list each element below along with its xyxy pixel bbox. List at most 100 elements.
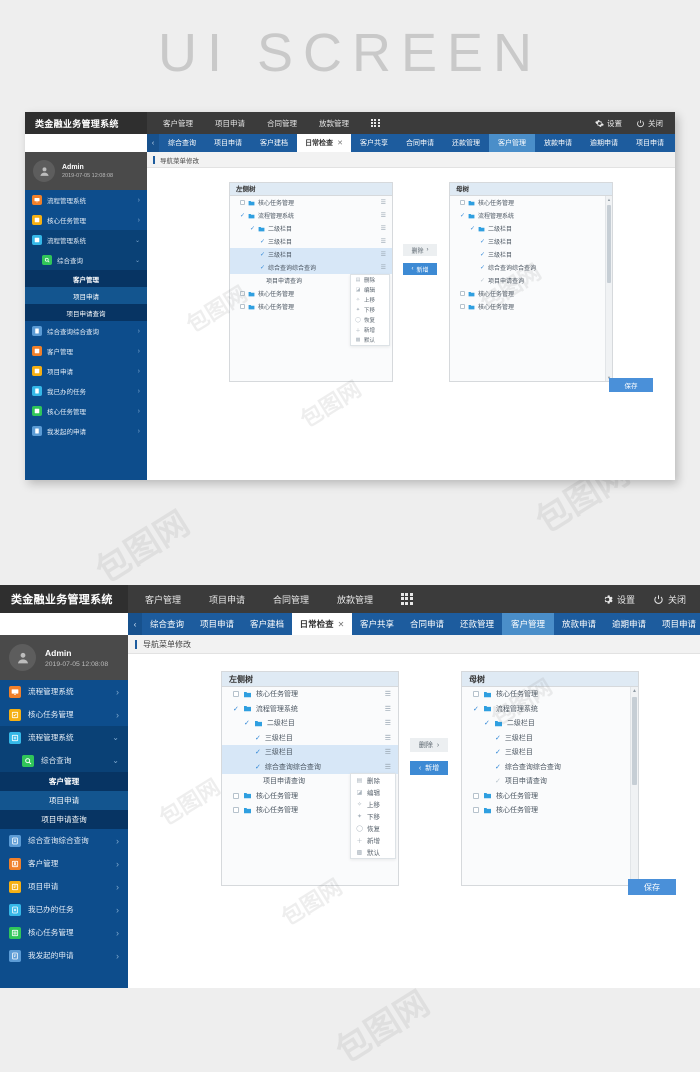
tab-fangkuanshenqing[interactable]: 放款申请 <box>554 613 604 635</box>
tree-row[interactable]: ✓ 三级栏目 ☰ <box>222 745 398 760</box>
tree-row[interactable]: ✓ 流程管理系统 <box>462 702 638 717</box>
tree-row[interactable]: ✓ 流程管理系统 <box>450 209 612 222</box>
tree-row[interactable]: ✓ 三级栏目 ☰ <box>222 731 398 746</box>
tree-row[interactable]: ✓ 二级栏目 ☰ <box>230 222 392 235</box>
sidebar-item-hexinrenwu[interactable]: 核心任务管理 › <box>0 703 128 726</box>
tab-huankuanguanli[interactable]: 还款管理 <box>443 134 489 152</box>
top-menu-item-hetongguanli[interactable]: 合同管理 <box>273 593 309 606</box>
context-menu-item-delete[interactable]: ▤ 删除 <box>351 774 395 786</box>
sidebar-item-zonghechaxun-open[interactable]: 综合查询 ⌄ <box>25 250 147 270</box>
sidebar-subitem-xiangmushenqingchaxun[interactable]: 项目申请查询 <box>0 810 128 829</box>
check-icon[interactable]: ✓ <box>250 225 255 232</box>
tree-row[interactable]: 核心任务管理 ☰ <box>222 687 398 702</box>
checkbox[interactable] <box>233 691 239 698</box>
tree-row[interactable]: ✓ 综合查询综合查询 ☰ <box>222 759 398 774</box>
check-icon[interactable]: ✓ <box>460 212 465 219</box>
sidebar-item-xiangmushenqing2[interactable]: 项目申请 › <box>0 875 128 898</box>
close-icon[interactable]: ✕ <box>337 139 343 147</box>
sidebar-item-liuchengguanli[interactable]: 流程管理系统 › <box>0 680 128 703</box>
tab-scroll-left[interactable]: ‹ <box>128 613 142 635</box>
check-icon[interactable]: ✓ <box>473 705 479 713</box>
context-menu-item-move-down[interactable]: ✦ 下移 <box>351 305 389 315</box>
add-transfer-button[interactable]: ‹ 新增 <box>410 761 448 775</box>
tab-richangjiancha[interactable]: 日常检查 ✕ <box>297 134 351 152</box>
tab-kehuguanli[interactable]: 客户管理 <box>489 134 535 152</box>
tree-row[interactable]: 核心任务管理 ☰ <box>230 196 392 209</box>
top-menu-item[interactable]: 客户管理 <box>163 118 193 129</box>
check-icon[interactable]: ✓ <box>495 748 501 756</box>
sidebar-item-wofaqideshenqing[interactable]: 我发起的申请 › <box>25 421 147 441</box>
context-menu-item-add[interactable]: ＋ 新增 <box>351 834 395 846</box>
right-tree-scrollbar[interactable]: ▲ ▼ <box>630 687 638 885</box>
delete-transfer-button[interactable]: 删除 › <box>410 738 448 752</box>
top-menu-item[interactable]: 项目申请 <box>215 118 245 129</box>
check-icon[interactable]: ✓ <box>240 212 245 219</box>
check-icon[interactable]: ✓ <box>470 225 475 232</box>
sidebar-item-zonghechaxun-open[interactable]: 综合查询 ⌄ <box>0 749 128 772</box>
row-menu-icon[interactable]: ☰ <box>385 719 391 727</box>
save-button[interactable]: 保存 <box>609 378 653 392</box>
row-menu-icon[interactable]: ☰ <box>381 238 386 245</box>
checkbox[interactable] <box>460 291 465 296</box>
context-menu-item-move-down[interactable]: ✦ 下移 <box>351 810 395 822</box>
tab-yuqishenqing[interactable]: 逾期申请 <box>581 134 627 152</box>
check-icon[interactable]: ✓ <box>233 705 239 713</box>
check-icon[interactable]: ✓ <box>260 238 265 245</box>
tree-row[interactable]: 核心任务管理 <box>462 803 638 818</box>
tab-kehugongxiang[interactable]: 客户共享 <box>352 613 402 635</box>
top-menu-item[interactable]: 合同管理 <box>267 118 297 129</box>
check-icon[interactable]: ✓ <box>244 719 250 727</box>
tree-row[interactable]: ✓ 二级栏目 <box>462 716 638 731</box>
grid-apps-icon[interactable] <box>371 118 380 128</box>
scroll-up-arrow[interactable]: ▲ <box>631 688 638 694</box>
checkbox[interactable] <box>233 792 239 799</box>
top-menu-item[interactable]: 放款管理 <box>319 118 349 129</box>
sidebar-item-hexinrenwu2[interactable]: 核心任务管理 › <box>25 401 147 421</box>
row-menu-icon[interactable]: ☰ <box>381 199 386 206</box>
sidebar-item-zonghechaxun2[interactable]: 综合查询综合查询 › <box>25 321 147 341</box>
checkbox[interactable] <box>240 291 245 296</box>
tree-row[interactable]: 核心任务管理 <box>450 287 612 300</box>
close-icon[interactable]: ✕ <box>338 620 345 629</box>
context-menu-item-move-up[interactable]: ✧ 上移 <box>351 798 395 810</box>
save-button[interactable]: 保存 <box>628 879 676 895</box>
tab-kehuguanli[interactable]: 客户管理 <box>502 613 554 635</box>
row-menu-icon[interactable]: ☰ <box>385 705 391 713</box>
tab-huankuanguanli[interactable]: 还款管理 <box>452 613 502 635</box>
tree-row[interactable]: ✓ 二级栏目 ☰ <box>222 716 398 731</box>
context-menu-item-default[interactable]: ▩ 默认 <box>351 335 389 345</box>
tab-kehujiandang[interactable]: 客户建档 <box>242 613 292 635</box>
check-icon[interactable]: ✓ <box>480 251 485 258</box>
context-menu-item-default[interactable]: ▩ 默认 <box>351 846 395 858</box>
context-menu-item-edit[interactable]: ◪ 编辑 <box>351 285 389 295</box>
tab-fangkuanshenqing[interactable]: 放款申请 <box>535 134 581 152</box>
tab-zonghechaxun[interactable]: 综合查询 <box>159 134 205 152</box>
sidebar-item-wofaqideshenqing[interactable]: 我发起的申请 › <box>0 944 128 967</box>
check-icon[interactable]: ✓ <box>255 734 261 742</box>
context-menu-item-delete[interactable]: ▤ 删除 <box>351 275 389 285</box>
tree-row[interactable]: ✓ 综合查询综合查询 <box>462 760 638 775</box>
sidebar-item-liuchengguanli-open[interactable]: 流程管理系统 ⌄ <box>0 726 128 749</box>
context-menu-item-restore[interactable]: ◯ 恢复 <box>351 315 389 325</box>
tab-kehugongxiang[interactable]: 客户共享 <box>351 134 397 152</box>
tab-zonghechaxun[interactable]: 综合查询 <box>142 613 192 635</box>
tree-row[interactable]: ✓ 三级栏目 <box>462 731 638 746</box>
row-menu-icon[interactable]: ☰ <box>385 763 391 771</box>
tree-row[interactable]: ✓ 项目申请查询 <box>462 774 638 789</box>
close-button[interactable]: 关闭 <box>636 118 663 129</box>
sidebar-item-xiangmushenqing2[interactable]: 项目申请 › <box>25 361 147 381</box>
check-icon[interactable]: ✓ <box>260 251 265 258</box>
delete-transfer-button[interactable]: 删除 › <box>403 244 437 256</box>
checkbox[interactable] <box>473 691 479 698</box>
sidebar-subitem-kehuguanli[interactable]: 客户管理 <box>25 270 147 287</box>
checkbox[interactable] <box>473 807 479 814</box>
tab-xiangmushenqing-2[interactable]: 项目申请 <box>627 134 673 152</box>
row-menu-icon[interactable]: ☰ <box>381 225 386 232</box>
tree-row[interactable]: ✓ 三级栏目 ☰ <box>230 248 392 261</box>
tab-hetongshenqing[interactable]: 合同申请 <box>397 134 443 152</box>
scrollbar-thumb[interactable] <box>632 697 637 785</box>
sidebar-item-kehuguanli2[interactable]: 客户管理 › <box>25 341 147 361</box>
scroll-up-arrow[interactable]: ▲ <box>606 197 612 202</box>
sidebar-item-woyibanrenwu[interactable]: 我已办的任务 › <box>0 898 128 921</box>
row-menu-icon[interactable]: ☰ <box>385 690 391 698</box>
